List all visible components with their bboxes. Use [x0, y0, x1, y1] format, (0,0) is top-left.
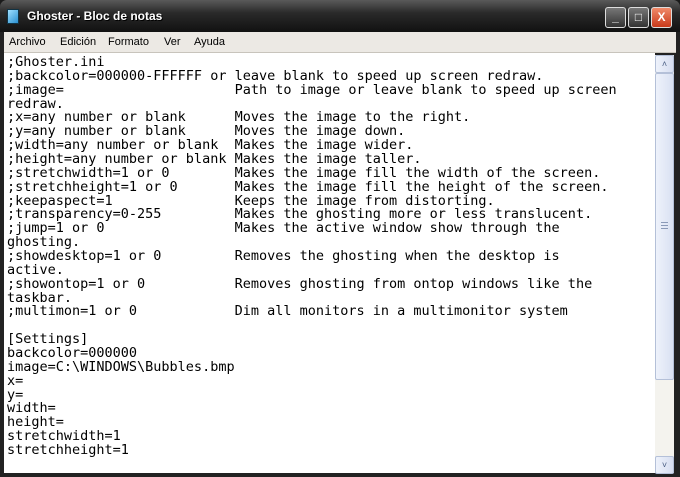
scroll-thumb[interactable]: [655, 73, 674, 380]
title-bar[interactable]: Ghoster - Bloc de notas _ □ X: [0, 0, 680, 32]
menu-ver[interactable]: Ver: [164, 36, 181, 48]
close-button[interactable]: X: [651, 7, 672, 28]
chevron-down-icon: ˅: [661, 460, 668, 470]
notepad-icon[interactable]: [7, 9, 19, 24]
grip-icon: [661, 222, 668, 229]
menu-edicion[interactable]: Edición: [60, 36, 96, 48]
vertical-scrollbar[interactable]: ˄ ˅: [655, 55, 674, 474]
menu-ayuda[interactable]: Ayuda: [194, 36, 225, 48]
chevron-up-icon: ˄: [661, 59, 668, 69]
text-line: ;showontop=1 or 0 Removes ghosting from …: [7, 275, 593, 292]
text-line: image=C:\WINDOWS\Bubbles.bmp: [7, 358, 235, 375]
menu-formato[interactable]: Formato: [108, 36, 149, 48]
text-line: x=: [7, 372, 24, 389]
menu-archivo[interactable]: Archivo: [9, 36, 46, 48]
text-line: ;multimon=1 or 0 Dim all monitors in a m…: [7, 303, 568, 320]
window-title: Ghoster - Bloc de notas: [27, 9, 163, 23]
text-line: y=: [7, 386, 24, 403]
scroll-up-button[interactable]: ˄: [655, 55, 674, 73]
maximize-button[interactable]: □: [628, 7, 649, 28]
notepad-window: Ghoster - Bloc de notas _ □ X Archivo Ed…: [0, 0, 680, 477]
text-editor[interactable]: ;Ghoster.ini ;backcolor=000000-FFFFFF or …: [4, 53, 655, 473]
text-line: ;jump=1 or 0 Makes the active window sho…: [7, 220, 560, 237]
text-line: width=: [7, 400, 56, 417]
document-text[interactable]: ;Ghoster.ini ;backcolor=000000-FFFFFF or …: [7, 55, 617, 459]
scroll-down-button[interactable]: ˅: [655, 456, 674, 474]
text-line: ;image= Path to image or leave blank to …: [7, 81, 617, 98]
text-line: [7, 319, 617, 333]
menu-bar: Archivo Edición Formato Ver Ayuda: [4, 32, 676, 53]
minimize-button[interactable]: _: [605, 7, 626, 28]
text-line: stretchheight=1: [7, 442, 129, 459]
text-line: ;showdesktop=1 or 0 Removes the ghosting…: [7, 248, 560, 265]
